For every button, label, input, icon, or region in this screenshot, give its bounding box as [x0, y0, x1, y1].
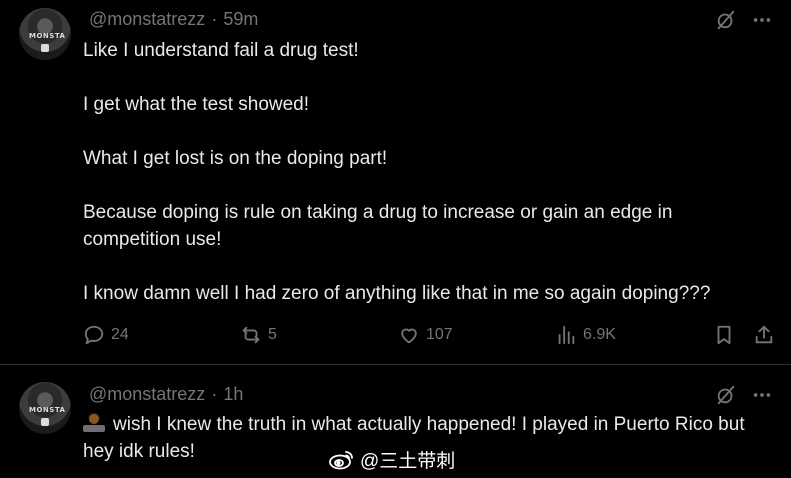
watermark: @三土带刺 [328, 446, 455, 472]
avatar-logo-text: MONSTA [29, 406, 66, 414]
tweet-top-actions [715, 384, 773, 411]
bookmark-button[interactable] [713, 320, 735, 350]
weibo-icon [329, 451, 353, 470]
tweet-paragraph: Like I understand fail a drug test! [83, 40, 359, 61]
timestamp[interactable]: 1h [223, 384, 243, 405]
tweet-paragraph: What I get lost is on the doping part! [83, 148, 388, 169]
heart-icon [401, 328, 417, 344]
timestamp[interactable]: 59m [223, 9, 258, 30]
watermark-text: @三土带刺 [360, 450, 456, 472]
share-button[interactable] [753, 320, 775, 350]
tweet-paragraph: Because doping is rule on taking a drug … [83, 202, 673, 250]
grok-icon[interactable] [715, 9, 737, 36]
tweet-header: @monstatrezz · 1h [89, 383, 243, 405]
avatar-logo-text: MONSTA [29, 32, 66, 40]
repost-button[interactable]: 5 [240, 320, 277, 350]
tweet-header: @monstatrezz · 59m [89, 8, 258, 30]
views-button[interactable]: 6.9K [555, 320, 616, 350]
share-icon [755, 325, 773, 344]
reply-count: 24 [111, 326, 129, 343]
reply-button[interactable]: 24 [83, 320, 129, 350]
tweet-paragraph: I know damn well I had zero of anything … [83, 283, 711, 304]
views-count: 6.9K [583, 326, 616, 343]
tweet-paragraph: I get what the test showed! [83, 94, 310, 115]
more-icon[interactable] [751, 384, 773, 411]
tweet-text: Like I understand fail a drug test! I ge… [83, 37, 773, 307]
like-count: 107 [426, 326, 453, 343]
avatar[interactable]: MONSTA [19, 8, 71, 60]
reply-icon [84, 325, 104, 345]
like-button[interactable]: 107 [398, 320, 453, 350]
grok-icon[interactable] [715, 384, 737, 411]
tweet-action-bar: 24 5 107 6.9K [83, 320, 775, 350]
repost-count: 5 [268, 326, 277, 343]
user-handle[interactable]: @monstatrezz [89, 9, 205, 30]
person-with-laptop-emoji [83, 413, 105, 432]
more-icon[interactable] [751, 9, 773, 36]
views-icon [558, 325, 575, 345]
avatar[interactable]: MONSTA [19, 382, 71, 434]
repost-icon [242, 326, 260, 344]
bookmark-icon [717, 325, 731, 345]
separator-dot: · [211, 383, 218, 404]
separator-dot: · [211, 8, 218, 29]
user-handle[interactable]: @monstatrezz [89, 384, 205, 405]
tweet-top-actions [715, 9, 773, 36]
tweet-1[interactable]: MONSTA @monstatrezz · 59m Like I underst… [0, 0, 791, 365]
